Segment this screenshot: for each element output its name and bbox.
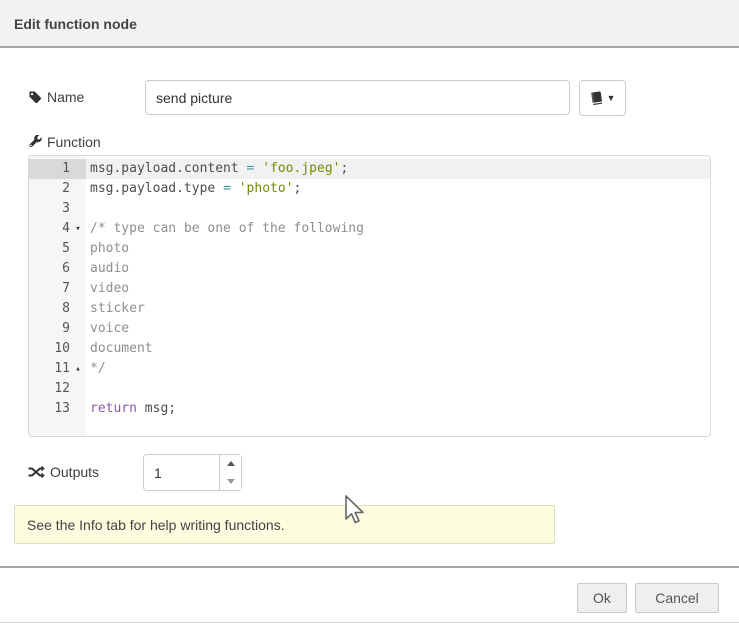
code-line[interactable]: msg.payload.type = 'photo'; [86,179,710,199]
line-number: 1 [29,159,86,179]
code-editor[interactable]: 1234▾567891011▴1213 msg.payload.content … [28,155,711,437]
line-number: 7 [29,279,86,299]
outputs-label-text: Outputs [50,464,99,480]
line-number: 12 [29,379,86,399]
dialog-title: Edit function node [14,16,137,32]
line-number: 11▴ [29,359,86,379]
code-token-text: ; [294,181,302,196]
code-token-comment: photo [90,241,129,256]
code-token-comment: video [90,281,129,296]
name-label-text: Name [47,89,84,105]
code-token-comment: document [90,341,153,356]
spinner-up-button[interactable] [220,455,241,473]
code-token-string: 'photo' [239,181,294,196]
ok-button[interactable]: Ok [577,583,627,613]
code-token-comment: sticker [90,301,145,316]
code-line[interactable]: */ [86,359,710,379]
name-label: Name [28,88,84,106]
triangle-up-icon [227,461,235,466]
code-token-text [231,181,239,196]
line-number: 2 [29,179,86,199]
code-token-keyword: return [90,401,137,416]
triangle-down-icon [227,479,235,484]
cancel-button[interactable]: Cancel [635,583,719,613]
line-number: 13 [29,399,86,419]
line-number: 9 [29,319,86,339]
code-token-text: msg.payload.content [90,161,247,176]
function-label: Function [28,133,101,151]
line-number: 6 [29,259,86,279]
line-number: 10 [29,339,86,359]
wrench-icon [28,135,42,149]
code-line[interactable]: voice [86,319,710,339]
form-tip-text: See the Info tab for help writing functi… [27,517,285,533]
line-number: 8 [29,299,86,319]
chevron-down-icon: ▼ [607,94,616,103]
code-line[interactable]: video [86,279,710,299]
tag-icon [28,90,42,104]
code-token-operator: = [223,181,231,196]
spinner-buttons[interactable] [219,455,241,490]
code-line[interactable]: /* type can be one of the following [86,219,710,239]
code-token-text: msg.payload.type [90,181,223,196]
code-token-string: 'foo.jpeg' [262,161,340,176]
code-token-comment: */ [90,361,106,376]
line-number: 4▾ [29,219,86,239]
book-icon [590,91,603,105]
library-button[interactable]: ▼ [579,80,626,116]
line-number: 5 [29,239,86,259]
code-token-comment: voice [90,321,129,336]
fold-close-icon[interactable]: ▴ [72,359,84,379]
dialog-header: Edit function node [0,0,739,48]
shuffle-icon [28,465,45,479]
code-line[interactable]: sticker [86,299,710,319]
code-line[interactable]: document [86,339,710,359]
code-token-text: msg; [137,401,176,416]
code-token-comment: /* type can be one of the following [90,221,364,236]
code-line[interactable]: audio [86,259,710,279]
outputs-label: Outputs [28,463,99,481]
code-token-text: ; [340,161,348,176]
code-line[interactable]: return msg; [86,399,710,419]
form-tip: See the Info tab for help writing functi… [14,505,555,544]
outputs-input[interactable] [144,455,230,490]
code-line[interactable] [86,379,710,399]
spinner-down-button[interactable] [220,473,241,491]
line-number: 3 [29,199,86,219]
function-label-text: Function [47,134,101,150]
code-token-comment: audio [90,261,129,276]
fold-open-icon[interactable]: ▾ [72,219,84,239]
dialog-footer: Ok Cancel [0,568,739,622]
dialog-bottom-border [0,622,739,623]
code-line[interactable] [86,199,710,219]
editor-gutter[interactable]: 1234▾567891011▴1213 [29,156,86,436]
editor-code-area[interactable]: msg.payload.content = 'foo.jpeg';msg.pay… [86,156,710,436]
name-input[interactable] [145,80,570,115]
code-line[interactable]: msg.payload.content = 'foo.jpeg'; [86,159,710,179]
outputs-spinner[interactable] [143,454,242,491]
code-line[interactable]: photo [86,239,710,259]
